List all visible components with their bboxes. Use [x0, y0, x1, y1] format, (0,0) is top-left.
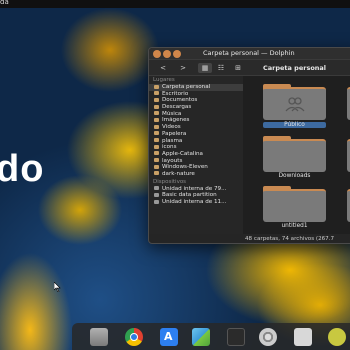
terminal-icon[interactable] — [227, 328, 245, 346]
folder-label-downloads[interactable]: Downloads — [263, 173, 326, 179]
breadcrumb[interactable]: Carpeta personal — [263, 63, 326, 73]
folder-label-publico[interactable]: Público — [263, 122, 326, 128]
sidebar-item-apple-catalina[interactable]: Apple-Catalina — [149, 151, 243, 158]
trash-icon — [154, 131, 159, 136]
drive-icon — [154, 186, 159, 191]
sidebar-item-device-1[interactable]: Unidad interna de 79... — [149, 186, 243, 193]
sidebar-item-papelera[interactable]: Papelera — [149, 131, 243, 138]
sidebar-item-plasma[interactable]: plasma — [149, 138, 243, 145]
users-icon — [285, 97, 305, 112]
mouse-cursor-icon — [54, 282, 61, 292]
forward-button[interactable]: > — [179, 63, 187, 73]
downloads-folder-icon — [154, 104, 159, 109]
file-view: Público Downloads untitled1 — [243, 76, 350, 234]
documents-folder-icon — [154, 97, 159, 102]
sidebar-item-dark-nature[interactable]: dark-nature — [149, 171, 243, 178]
folder-downloads-icon[interactable] — [263, 136, 326, 172]
close-button[interactable] — [153, 50, 161, 58]
top-bar-text: da — [0, 0, 9, 6]
folder-icon — [154, 164, 159, 169]
sidebar-item-descargas[interactable]: Descargas — [149, 104, 243, 111]
toolbar: < > ▦ ☷ ⊞ Carpeta personal — [149, 60, 350, 76]
app-store-icon[interactable]: A — [160, 328, 178, 346]
compact-view-button[interactable]: ☷ — [216, 63, 226, 73]
window-titlebar[interactable]: Carpeta personal — Dolphin — [149, 48, 350, 60]
dock: A — [72, 323, 350, 350]
folder-icon — [154, 144, 159, 149]
sidebar-item-escritorio[interactable]: Escritorio — [149, 91, 243, 98]
script-icon[interactable] — [294, 328, 312, 346]
settings-icon[interactable] — [259, 328, 277, 346]
sidebar-item-carpeta-personal[interactable]: Carpeta personal — [149, 84, 243, 91]
back-button[interactable]: < — [159, 63, 167, 73]
folder-icon[interactable] — [90, 328, 108, 346]
places-sidebar: Lugares Carpeta personal Escritorio Docu… — [149, 76, 243, 234]
wallpaper-text: do — [0, 148, 45, 190]
sidebar-item-imagenes[interactable]: Imágenes — [149, 117, 243, 124]
pictures-folder-icon — [154, 117, 159, 122]
spotify-icon[interactable] — [328, 328, 346, 346]
folder-label-untitled1[interactable]: untitled1 — [263, 223, 326, 229]
sidebar-item-documentos[interactable]: Documentos — [149, 97, 243, 104]
top-menu-bar: da — [0, 0, 350, 8]
sidebar-item-icons[interactable]: icons — [149, 144, 243, 151]
photos-icon[interactable] — [192, 328, 210, 346]
folder-icon — [154, 158, 159, 163]
sidebar-item-videos[interactable]: Vídeos — [149, 124, 243, 131]
status-bar: 48 carpetas, 74 archivos (267.7 — [243, 234, 350, 243]
places-header: Lugares — [153, 77, 175, 83]
details-view-button[interactable]: ⊞ — [233, 63, 243, 73]
folder-icon — [154, 151, 159, 156]
folder-publico-icon[interactable] — [263, 84, 326, 120]
sidebar-item-musica[interactable]: Música — [149, 111, 243, 118]
maximize-button[interactable] — [173, 50, 181, 58]
chrome-icon[interactable] — [125, 328, 143, 346]
sidebar-item-layouts[interactable]: layouts — [149, 158, 243, 165]
drive-icon — [154, 192, 159, 197]
sidebar-item-device-3[interactable]: Unidad interna de 11... — [149, 199, 243, 206]
home-icon — [154, 84, 159, 89]
window-title: Carpeta personal — Dolphin — [203, 49, 295, 57]
music-folder-icon — [154, 111, 159, 116]
folder-untitled1-icon[interactable] — [263, 186, 326, 222]
dolphin-window: Carpeta personal — Dolphin < > ▦ ☷ ⊞ Car… — [148, 47, 350, 244]
desktop-folder-icon — [154, 91, 159, 96]
drive-icon — [154, 199, 159, 204]
folder-icon — [154, 171, 159, 176]
folder-icon — [154, 138, 159, 142]
videos-folder-icon — [154, 124, 159, 129]
sidebar-item-device-2[interactable]: Basic data partition — [149, 192, 243, 199]
minimize-button[interactable] — [163, 50, 171, 58]
icons-view-button[interactable]: ▦ — [198, 63, 212, 73]
sidebar-item-windows-eleven[interactable]: Windows-Eleven — [149, 164, 243, 171]
devices-header: Dispositivos — [153, 178, 187, 185]
